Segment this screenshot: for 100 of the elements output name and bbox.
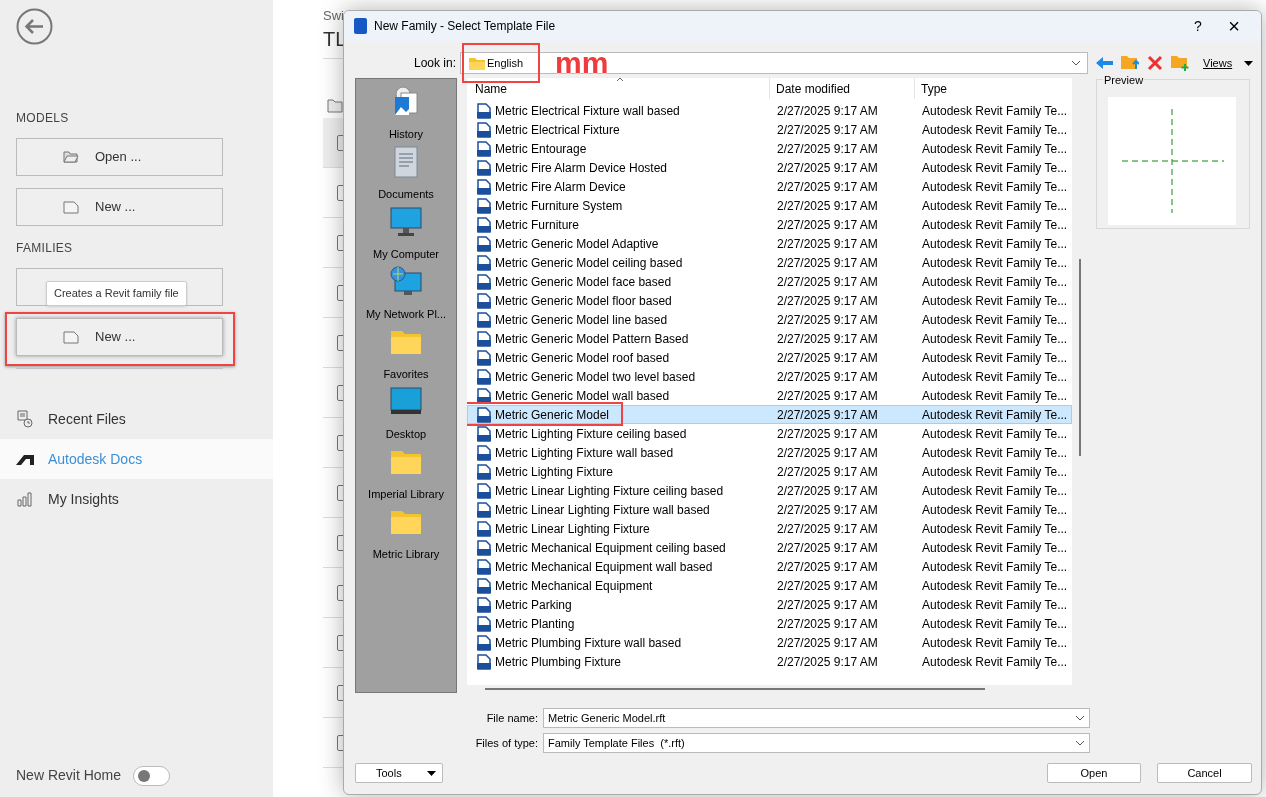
file-row[interactable]: Metric Electrical Fixture 2/27/2025 9:17 AM Autodesk Revit Family Te...: [467, 120, 1072, 139]
file-row[interactable]: Metric Generic Model Adaptive 2/27/2025 9:17 AM Autodesk Revit Family Te...: [467, 234, 1072, 253]
file-row[interactable]: Metric Generic Model face based 2/27/2025 9:17 AM Autodesk Revit Family Te...: [467, 272, 1072, 291]
file-row[interactable]: Metric Generic Model line based 2/27/2025 9:17 AM Autodesk Revit Family Te...: [467, 310, 1072, 329]
file-name: Metric Mechanical Equipment ceiling based: [495, 539, 726, 557]
file-name: Metric Generic Model ceiling based: [495, 254, 683, 272]
template-file-icon: [476, 330, 492, 347]
template-file-icon: [476, 577, 492, 594]
file-row[interactable]: Metric Mechanical Equipment wall based 2/27/2025 9:17 AM Autodesk Revit Family Te...: [467, 557, 1072, 576]
file-name: Metric Furniture: [495, 216, 580, 234]
file-name: Metric Furniture System: [495, 197, 623, 215]
close-button[interactable]: ×: [1213, 11, 1255, 41]
tools-button[interactable]: Tools: [355, 763, 443, 783]
place-item[interactable]: My Network Pl...: [356, 265, 456, 325]
file-row[interactable]: Metric Fire Alarm Device 2/27/2025 9:17 AM Autodesk Revit Family Te...: [467, 177, 1072, 196]
place-item[interactable]: My Computer: [356, 205, 456, 265]
template-file-icon: [476, 634, 492, 651]
file-name: Metric Electrical Fixture wall based: [495, 102, 680, 120]
date-cell-text: 2/27/2025 9:17 AM: [776, 368, 879, 386]
file-row[interactable]: Metric Lighting Fixture ceiling based 2/27/2025 9:17 AM Autodesk Revit Family Te...: [467, 424, 1072, 443]
document-icon: [63, 200, 79, 214]
folder-up-icon[interactable]: [1121, 55, 1139, 71]
file-row[interactable]: Metric Lighting Fixture wall based 2/27/2025 9:17 AM Autodesk Revit Family Te...: [467, 443, 1072, 462]
folder-icon: [63, 151, 79, 163]
file-row[interactable]: Metric Linear Lighting Fixture ceiling based 2/27/2025 9:17 AM Autodesk Revit Family Te...: [467, 481, 1072, 500]
nav-item[interactable]: My Insights: [0, 479, 273, 519]
look-in-label: Look in:: [412, 55, 457, 72]
file-row[interactable]: Metric Mechanical Equipment ceiling based 2/27/2025 9:17 AM Autodesk Revit Family Te...: [467, 538, 1072, 557]
place-item[interactable]: Favorites: [356, 325, 456, 385]
date-cell-text: 2/27/2025 9:17 AM: [776, 539, 879, 557]
template-file-icon: [476, 292, 492, 309]
file-name: Metric Parking: [495, 596, 572, 614]
delete-icon[interactable]: [1147, 55, 1163, 71]
file-row[interactable]: Metric Generic Model roof based 2/27/2025 9:17 AM Autodesk Revit Family Te...: [467, 348, 1072, 367]
file-name: Metric Generic Model Adaptive: [495, 235, 659, 253]
template-file-icon: [476, 482, 492, 499]
file-row[interactable]: Metric Lighting Fixture 2/27/2025 9:17 AM Autodesk Revit Family Te...: [467, 462, 1072, 481]
date-cell-text: 2/27/2025 9:17 AM: [776, 254, 879, 272]
template-file-icon: [476, 539, 492, 556]
toggle-switch[interactable]: [133, 765, 171, 786]
file-name: Metric Generic Model Pattern Based: [495, 330, 689, 348]
place-item[interactable]: Documents: [356, 145, 456, 205]
scrollbar-thumb[interactable]: [485, 688, 985, 690]
file-name-field[interactable]: Metric Generic Model.rft: [543, 708, 1090, 728]
back-icon[interactable]: [16, 8, 53, 45]
file-row[interactable]: Metric Entourage 2/27/2025 9:17 AM Autodesk Revit Family Te...: [467, 139, 1072, 158]
place-item[interactable]: Metric Library: [356, 505, 456, 565]
file-row[interactable]: Metric Generic Model wall based 2/27/2025 9:17 AM Autodesk Revit Family Te...: [467, 386, 1072, 405]
template-file-icon: [476, 596, 492, 613]
file-row[interactable]: Metric Generic Model two level based 2/27/2025 9:17 AM Autodesk Revit Family Te...: [467, 367, 1072, 386]
file-type-dropdown[interactable]: Family Template Files (*.rft): [543, 733, 1090, 753]
page-title: TL: [323, 27, 347, 52]
new-button[interactable]: New ...: [16, 188, 223, 226]
file-name: Metric Generic Model roof based: [495, 349, 670, 367]
file-name: Metric Lighting Fixture: [495, 463, 614, 481]
template-file-icon: [476, 140, 492, 157]
file-row[interactable]: Metric Fire Alarm Device Hosted 2/27/2025 9:17 AM Autodesk Revit Family Te...: [467, 158, 1072, 177]
caret-icon: [427, 770, 436, 776]
date-cell-text: 2/27/2025 9:17 AM: [776, 501, 879, 519]
new-folder-icon[interactable]: [1171, 55, 1189, 71]
template-file-icon: [476, 197, 492, 214]
file-name: Metric Generic Model: [495, 406, 610, 424]
file-row[interactable]: Metric Generic Model 2/27/2025 9:17 AM Autodesk Revit Family Te...: [467, 405, 1072, 424]
file-name: Metric Linear Lighting Fixture ceiling based: [495, 482, 724, 500]
views-button[interactable]: Views: [1203, 54, 1254, 72]
file-row[interactable]: Metric Electrical Fixture wall based 2/27/2025 9:17 AM Autodesk Revit Family Te...: [467, 101, 1072, 120]
type-cell-text: Autodesk Revit Family Te...: [921, 539, 1068, 557]
back-arrow-icon[interactable]: [1096, 57, 1113, 69]
file-row[interactable]: Metric Linear Lighting Fixture wall based 2/27/2025 9:17 AM Autodesk Revit Family Te...: [467, 500, 1072, 519]
file-row[interactable]: Metric Furniture System 2/27/2025 9:17 AM Autodesk Revit Family Te...: [467, 196, 1072, 215]
help-button[interactable]: ?: [1183, 15, 1213, 37]
place-item[interactable]: Desktop: [356, 385, 456, 445]
date-cell-text: 2/27/2025 9:17 AM: [776, 311, 879, 329]
column-header[interactable]: Type: [915, 78, 1072, 99]
column-header[interactable]: Name: [467, 78, 770, 99]
column-header[interactable]: Date modified: [770, 78, 915, 99]
open-button[interactable]: Open ...: [16, 138, 223, 176]
cancel-button[interactable]: Cancel: [1157, 763, 1252, 783]
file-row[interactable]: Metric Parking 2/27/2025 9:17 AM Autodesk Revit Family Te...: [467, 595, 1072, 614]
file-row[interactable]: Metric Generic Model floor based 2/27/2025 9:17 AM Autodesk Revit Family Te...: [467, 291, 1072, 310]
date-cell-text: 2/27/2025 9:17 AM: [776, 558, 879, 576]
file-row[interactable]: Metric Planting 2/27/2025 9:17 AM Autodesk Revit Family Te...: [467, 614, 1072, 633]
template-file-icon: [476, 235, 492, 252]
file-row[interactable]: Metric Generic Model Pattern Based 2/27/2025 9:17 AM Autodesk Revit Family Te...: [467, 329, 1072, 348]
file-row[interactable]: Metric Linear Lighting Fixture 2/27/2025 9:17 AM Autodesk Revit Family Te...: [467, 519, 1072, 538]
look-in-dropdown[interactable]: English mm: [460, 52, 1088, 74]
file-row[interactable]: Metric Furniture 2/27/2025 9:17 AM Autodesk Revit Family Te...: [467, 215, 1072, 234]
template-file-icon: [476, 273, 492, 290]
place-item[interactable]: Imperial Library: [356, 445, 456, 505]
file-row[interactable]: Metric Mechanical Equipment 2/27/2025 9:17 AM Autodesk Revit Family Te...: [467, 576, 1072, 595]
open-button[interactable]: Open: [1047, 763, 1141, 783]
file-row[interactable]: Metric Plumbing Fixture 2/27/2025 9:17 AM Autodesk Revit Family Te...: [467, 652, 1072, 671]
nav-item[interactable]: Recent Files: [0, 399, 273, 439]
file-row[interactable]: Metric Plumbing Fixture wall based 2/27/2025 9:17 AM Autodesk Revit Family Te...: [467, 633, 1072, 652]
template-file-icon: [476, 368, 492, 385]
new-button[interactable]: New ...: [16, 318, 223, 356]
date-cell-text: 2/27/2025 9:17 AM: [776, 102, 879, 120]
file-row[interactable]: Metric Generic Model ceiling based 2/27/2025 9:17 AM Autodesk Revit Family Te...: [467, 253, 1072, 272]
scrollbar-thumb[interactable]: [1079, 259, 1081, 456]
place-item[interactable]: History: [356, 85, 456, 145]
